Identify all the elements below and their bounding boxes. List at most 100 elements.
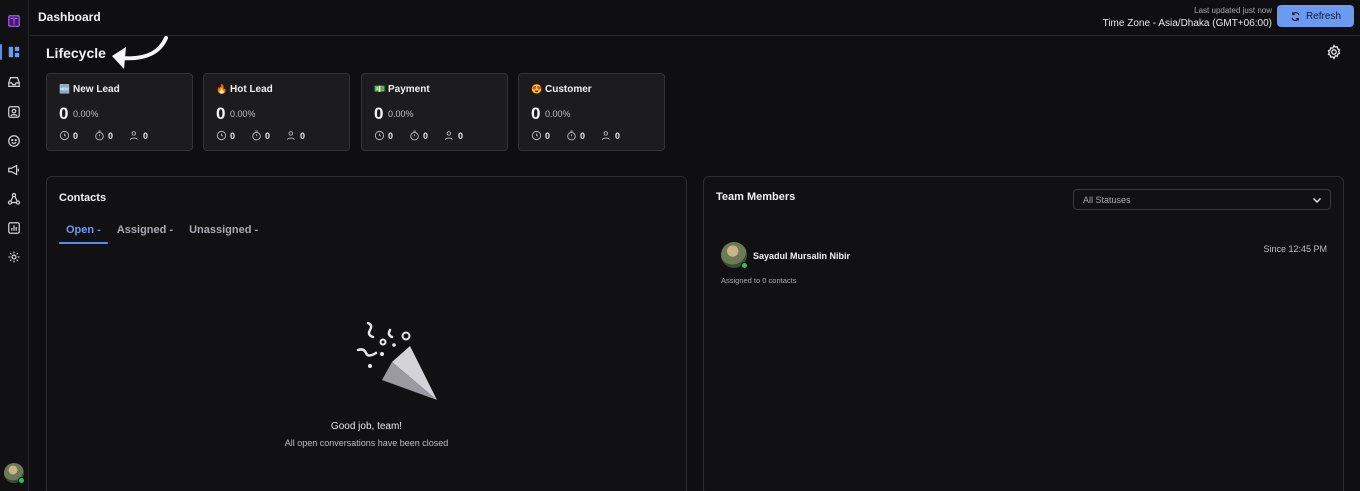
stat-value: 0: [545, 130, 551, 141]
sidebar: [0, 0, 29, 491]
workflow-icon[interactable]: [3, 188, 25, 210]
card-count: 0: [374, 104, 384, 123]
timezone-text: Time Zone - Asia/Dhaka (GMT+06:00): [1102, 18, 1272, 29]
megaphone-icon[interactable]: [3, 159, 25, 181]
stat-timer: 0: [409, 130, 428, 141]
card-label-row: 😍 Customer: [531, 84, 592, 95]
tab-assigned[interactable]: Assigned -: [110, 223, 180, 244]
status-filter-value: All Statuses: [1083, 195, 1131, 205]
member-since: Since 12:45 PM: [1263, 244, 1327, 254]
card-label: Payment: [388, 84, 430, 95]
team-members-panel: Team Members All Statuses Sayadul Mursal…: [703, 176, 1344, 491]
empty-state-title: Good job, team!: [330, 421, 403, 432]
stat-timer: 0: [94, 130, 113, 141]
card-stats: 0 0 0: [59, 130, 148, 141]
contacts-title: Contacts: [59, 192, 107, 204]
stat-timer: 0: [566, 130, 585, 141]
stat-value: 0: [143, 130, 149, 141]
refresh-button[interactable]: Refresh: [1277, 5, 1354, 27]
refresh-label: Refresh: [1305, 10, 1341, 22]
card-label: Customer: [545, 84, 592, 95]
stat-users: 0: [444, 130, 463, 141]
card-count: 0: [59, 104, 69, 123]
user-avatar[interactable]: [4, 463, 25, 484]
stat-value: 0: [230, 130, 236, 141]
online-status-dot: [18, 477, 25, 484]
pointer-arrow-icon: [112, 36, 168, 69]
online-status-dot: [741, 262, 748, 269]
card-stats: 0 0 0: [216, 130, 305, 141]
lifecycle-settings-icon[interactable]: [1326, 44, 1342, 60]
book-logo-icon[interactable]: [3, 10, 25, 32]
member-assigned: Assigned to 0 contacts: [721, 276, 797, 285]
team-member-item[interactable]: Sayadul Mursalin Nibir Since 12:45 PM As…: [720, 242, 1327, 292]
card-label: Hot Lead: [230, 84, 273, 95]
money-icon: 💵: [374, 84, 386, 94]
stat-value: 0: [615, 130, 621, 141]
timer-icon: [252, 130, 261, 141]
stat-value: 0: [300, 130, 306, 141]
card-count: 0: [531, 104, 541, 123]
chat-clock-icon: [531, 130, 542, 141]
card-label-row: 🔥 Hot Lead: [216, 84, 273, 95]
empty-state-subtitle: All open conversations have been closed: [284, 438, 449, 448]
user-icon: [286, 131, 295, 140]
stat-value: 0: [423, 130, 429, 141]
contacts-tabs: Open - Assigned - Unassigned -: [59, 223, 267, 244]
user-icon: [129, 131, 138, 140]
contacts-icon[interactable]: [3, 101, 25, 123]
party-popper-icon: [356, 322, 437, 400]
chat-clock-icon: [374, 130, 385, 141]
card-label-row: 🆕 New Lead: [59, 84, 120, 95]
app-root: Dashboard Last updated just now Time Zon…: [0, 0, 1360, 491]
stat-value: 0: [73, 130, 79, 141]
stat-value: 0: [265, 130, 271, 141]
status-filter-select[interactable]: All Statuses: [1073, 189, 1331, 210]
new-badge-icon: 🆕: [59, 84, 71, 94]
dashboard-icon[interactable]: [0, 41, 25, 63]
reports-icon[interactable]: [3, 217, 25, 239]
card-percent: 0.00%: [388, 109, 414, 119]
timer-icon: [567, 130, 576, 141]
stat-value: 0: [108, 130, 114, 141]
lifecycle-card-payment[interactable]: 💵 Payment 0 0.00% 0 0 0: [361, 73, 508, 151]
stat-chats: 0: [216, 130, 235, 141]
card-stats: 0 0 0: [531, 130, 620, 141]
last-updated-text: Last updated just now: [1194, 6, 1272, 15]
heart-eyes-icon: 😍: [531, 84, 543, 94]
card-stats: 0 0 0: [374, 130, 463, 141]
member-name: Sayadul Mursalin Nibir: [753, 251, 851, 261]
user-icon: [601, 131, 610, 140]
lifecycle-card-new-lead[interactable]: 🆕 New Lead 0 0.00% 0 0 0: [46, 73, 193, 151]
smiley-icon[interactable]: [3, 130, 25, 152]
member-avatar: [721, 242, 748, 269]
lifecycle-title: Lifecycle: [46, 45, 106, 61]
chevron-down-icon: [1313, 198, 1321, 203]
tab-unassigned[interactable]: Unassigned -: [182, 223, 265, 244]
card-label: New Lead: [73, 84, 120, 95]
settings-icon[interactable]: [3, 246, 25, 268]
page-title: Dashboard: [38, 10, 101, 24]
stat-chats: 0: [531, 130, 550, 141]
card-label-row: 💵 Payment: [374, 84, 430, 95]
inbox-icon[interactable]: [3, 71, 25, 93]
stat-chats: 0: [374, 130, 393, 141]
contacts-panel: Contacts Open - Assigned - Unassigned - …: [46, 176, 687, 491]
timer-icon: [410, 130, 419, 141]
card-percent: 0.00%: [545, 109, 571, 119]
team-members-title: Team Members: [716, 191, 796, 203]
stat-timer: 0: [251, 130, 270, 141]
card-count: 0: [216, 104, 226, 123]
refresh-icon: [1291, 11, 1300, 21]
card-percent: 0.00%: [73, 109, 99, 119]
lifecycle-card-customer[interactable]: 😍 Customer 0 0.00% 0 0 0: [518, 73, 665, 151]
fire-icon: 🔥: [216, 84, 228, 94]
stat-users: 0: [129, 130, 148, 141]
stat-value: 0: [458, 130, 464, 141]
lifecycle-card-hot-lead[interactable]: 🔥 Hot Lead 0 0.00% 0 0 0: [203, 73, 350, 151]
timer-icon: [95, 130, 104, 141]
stat-users: 0: [286, 130, 305, 141]
chat-clock-icon: [59, 130, 70, 141]
stat-chats: 0: [59, 130, 78, 141]
tab-open[interactable]: Open -: [59, 223, 108, 244]
